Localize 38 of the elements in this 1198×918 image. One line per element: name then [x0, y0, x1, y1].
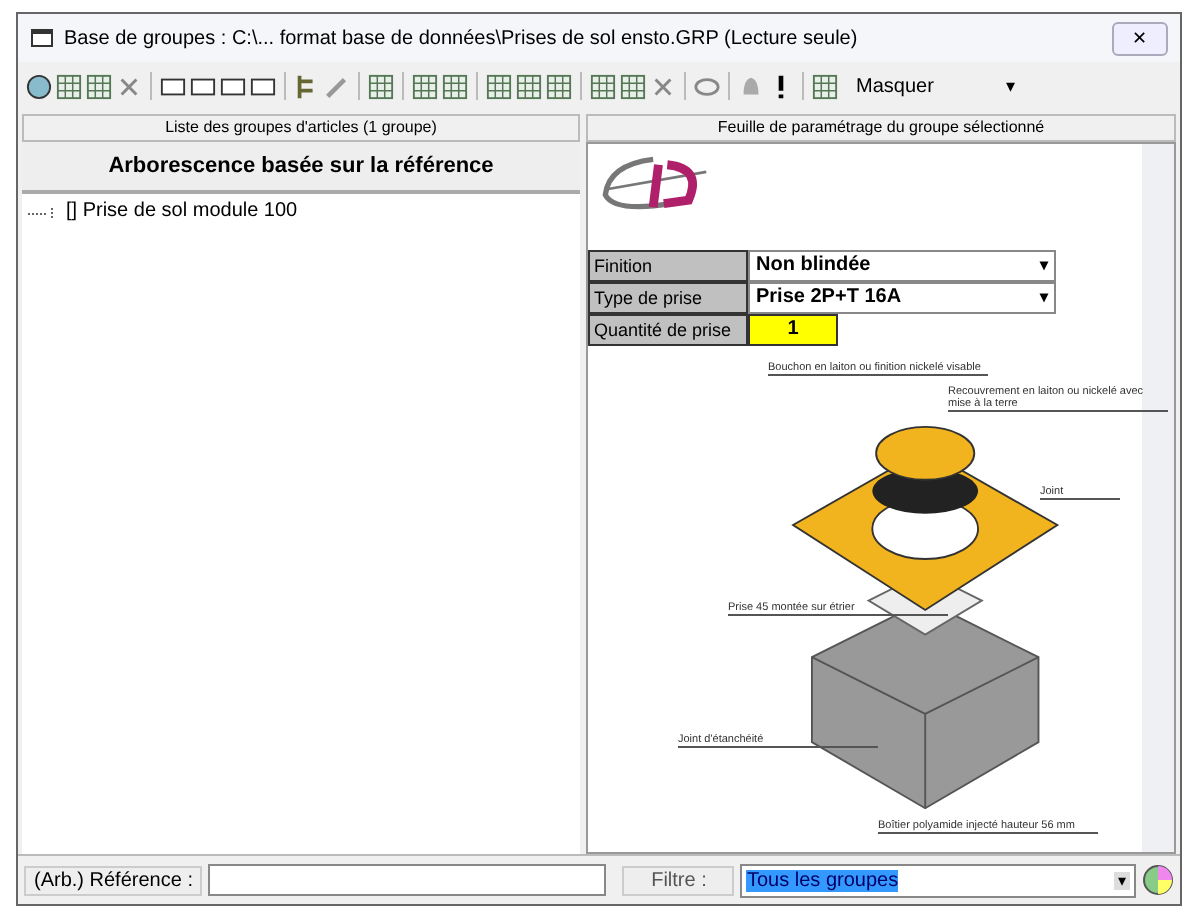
- grid-icon[interactable]: [812, 73, 838, 99]
- close-button[interactable]: ✕: [1112, 21, 1168, 55]
- grid-icon[interactable]: [442, 73, 468, 99]
- filter-dropdown[interactable]: Tous les groupes ▾: [740, 863, 1136, 897]
- panel-header: Liste des groupes d'articles (1 groupe): [22, 114, 580, 142]
- reference-label: (Arb.) Référence :: [24, 865, 203, 895]
- parameter-label: Quantité de prise: [588, 314, 748, 346]
- grid-icon[interactable]: [516, 73, 542, 99]
- mode-dropdown[interactable]: Masquer ▾: [850, 73, 1022, 99]
- grid-icon[interactable]: [56, 73, 82, 99]
- disc-icon[interactable]: [26, 73, 52, 99]
- tree-item[interactable]: [] Prise de sol module 100: [62, 200, 302, 222]
- parameter-label: Type de prise: [588, 282, 748, 314]
- chart-wheel-icon[interactable]: [1142, 864, 1174, 896]
- window-icon[interactable]: [190, 73, 216, 99]
- window-title: Base de groupes : C:\... format base de données\Prises de sol ensto.GRP (Lecture seule): [64, 27, 860, 49]
- panel-header: Feuille de paramétrage du groupe sélectionné: [586, 114, 1176, 142]
- grid-icon[interactable]: [412, 73, 438, 99]
- cross-icon[interactable]: [116, 73, 142, 99]
- grid-icon[interactable]: [86, 73, 112, 99]
- grid-icon[interactable]: [590, 73, 616, 99]
- cross-icon[interactable]: [650, 73, 676, 99]
- parameter-select[interactable]: Non blindée ▾: [748, 250, 1056, 282]
- window-icon[interactable]: [160, 73, 186, 99]
- window-icon[interactable]: [250, 73, 276, 99]
- parameter-select[interactable]: Prise 2P+T 16A ▾: [748, 282, 1056, 314]
- parameter-label: Finition: [588, 250, 748, 282]
- filter-label: Filtre :: [622, 865, 735, 895]
- window-icon: [30, 26, 54, 50]
- grid-icon[interactable]: [486, 73, 512, 99]
- grid-icon[interactable]: [368, 73, 394, 99]
- window-icon[interactable]: [220, 73, 246, 99]
- grid-icon[interactable]: [546, 73, 572, 99]
- tree-header[interactable]: Arborescence basée sur la référence: [22, 142, 580, 194]
- quantity-field[interactable]: 1: [748, 314, 838, 346]
- reference-field[interactable]: [208, 864, 607, 896]
- grid-icon[interactable]: [620, 73, 646, 99]
- pencil-icon[interactable]: [324, 73, 350, 99]
